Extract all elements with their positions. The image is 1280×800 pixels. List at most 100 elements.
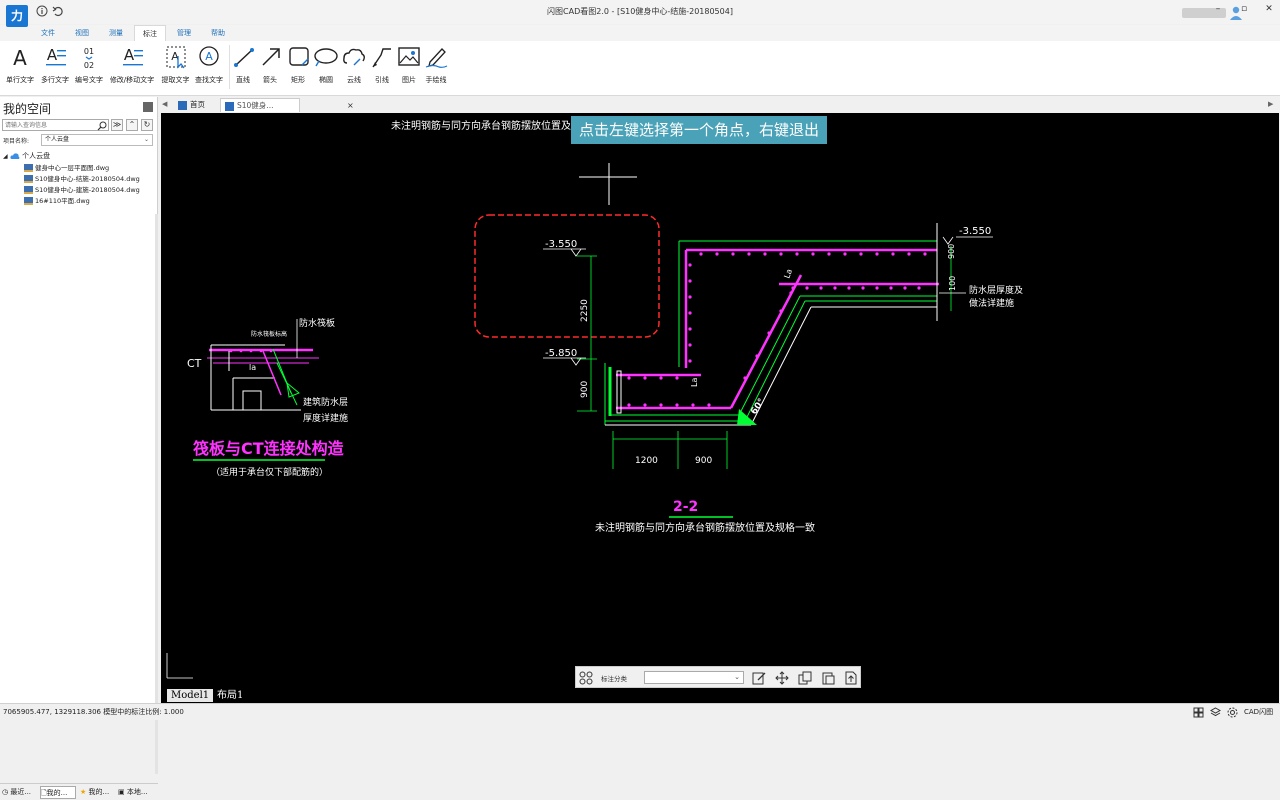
svg-text:01: 01: [84, 47, 94, 56]
multi-line-text-button[interactable]: A 多行文字: [38, 45, 72, 89]
find-text-button[interactable]: A 查找文字: [192, 45, 226, 89]
leader-line-button[interactable]: 引线: [369, 45, 395, 89]
app-logo[interactable]: 力: [6, 5, 28, 27]
file-item[interactable]: S10健身中心-建施-20180504.dwg: [24, 184, 140, 194]
sidebar-bottom-tabs: ◷ 最近... 🗋我的... ★ 我的... ▣ 本地...: [0, 783, 158, 800]
copy-icon[interactable]: [798, 671, 812, 685]
title-bar: 力 闪图CAD看图2.0 - [S10健身中心-结施-20180504] – ▫…: [0, 0, 1280, 27]
paste-icon[interactable]: [821, 671, 835, 685]
tab-help[interactable]: 帮助: [204, 25, 232, 41]
expand-all-icon[interactable]: ≫: [111, 119, 123, 131]
edit-move-text-button[interactable]: A 修改/移动文字: [106, 45, 158, 89]
move-icon[interactable]: [775, 671, 789, 685]
ribbon-label: 修改/移动文字: [109, 76, 155, 84]
single-line-text-icon: A: [13, 46, 27, 69]
ribbon-label: 查找文字: [195, 76, 223, 84]
tab-manage[interactable]: 管理: [170, 25, 198, 41]
settings-icon[interactable]: [1227, 707, 1238, 718]
grid-view-icon[interactable]: [1193, 707, 1204, 718]
section-2-2: -3.550 -5.850 2250 900 1200 900 -3.550 9…: [543, 223, 1023, 534]
file-item[interactable]: S10健身中心-结施-20180504.dwg: [24, 173, 140, 183]
tab-home[interactable]: 首页: [174, 98, 218, 112]
tab-file[interactable]: 文件: [34, 25, 62, 41]
home-tab-icon: [178, 100, 187, 110]
window-title: 闪图CAD看图2.0 - [S10健身中心-结施-20180504]: [547, 7, 733, 16]
tab-model[interactable]: Model1: [167, 689, 214, 702]
arrow-button[interactable]: 箭头: [258, 45, 282, 89]
dwg-file-icon: [24, 186, 33, 194]
restore-button[interactable]: ▫: [1238, 4, 1250, 14]
edit-move-text-icon: A: [123, 46, 143, 66]
layout-tabs: Model1 布局1: [161, 688, 1279, 703]
minimize-button[interactable]: –: [1212, 4, 1224, 14]
collapse-triangle-icon[interactable]: ◢: [3, 153, 8, 160]
project-select[interactable]: 个人云盘 ⌄: [41, 134, 153, 146]
sidebar-scrollbar[interactable]: [155, 214, 158, 774]
ribbon-label: 云线: [347, 76, 361, 84]
cloud-icon: [10, 153, 20, 159]
status-bar: 7065905.477, 1329118.306 模型中的标注比例: 1.000…: [0, 703, 1280, 720]
cloud-line-button[interactable]: 云线: [341, 45, 367, 89]
ribbon-label: 多行文字: [41, 76, 69, 84]
extract-text-button[interactable]: A 提取文字: [159, 45, 192, 89]
tab-annotate[interactable]: 标注: [134, 25, 166, 41]
tab-layout1[interactable]: 布局1: [217, 689, 243, 702]
tab-drawing[interactable]: S10健身... ×: [220, 98, 354, 112]
elevation-label-1: -3.550: [545, 239, 577, 250]
tab-favorites[interactable]: ★ 我的...: [80, 786, 109, 799]
section-bottom-note: 未注明钢筋与同方向承台钢筋摆放位置及规格一致: [595, 521, 815, 534]
tab-scroll-left-icon[interactable]: ◀: [162, 100, 167, 108]
rectangle-button[interactable]: 矩形: [286, 45, 310, 89]
line-icon: [234, 48, 254, 67]
sidebar-search: [2, 119, 109, 131]
rebar-dots: [627, 252, 927, 407]
edit-annotation-icon[interactable]: [752, 671, 766, 685]
file-name: S10健身中心-建施-20180504.dwg: [35, 186, 140, 194]
tab-measure[interactable]: 测量: [102, 25, 130, 41]
ribbon-separator: [229, 45, 230, 89]
tab-local[interactable]: ▣ 本地...: [118, 786, 148, 799]
tab-my-files[interactable]: 🗋我的...: [40, 786, 76, 799]
tab-view[interactable]: 视图: [68, 25, 96, 41]
crosshair-cursor: [579, 163, 637, 205]
tree-root[interactable]: ◢ 个人云盘: [3, 151, 50, 161]
numbered-text-icon: 01 02: [84, 47, 94, 69]
annotation-category-label: 标注分类: [601, 675, 627, 683]
freehand-button[interactable]: 手绘线: [423, 45, 449, 89]
tab-scroll-right-icon[interactable]: ▶: [1268, 100, 1273, 108]
export-icon[interactable]: [844, 671, 858, 685]
ribbon-label: 编号文字: [75, 76, 103, 84]
category-grid-icon[interactable]: [579, 671, 593, 685]
annotation-category-select[interactable]: ⌄: [644, 671, 744, 684]
ribbon-label: 矩形: [291, 76, 305, 84]
collapse-all-icon[interactable]: ⌃: [126, 119, 138, 131]
refresh-icon[interactable]: ↻: [141, 119, 153, 131]
file-item[interactable]: 健身中心一层平面图.dwg: [24, 162, 109, 172]
tree-root-label: 个人云盘: [22, 152, 51, 160]
search-input[interactable]: [5, 120, 93, 130]
numbered-text-button[interactable]: 01 02 编号文字: [72, 45, 106, 89]
layers-icon[interactable]: [1210, 707, 1221, 718]
label-angle: 60°: [749, 397, 767, 417]
sidebar-pin-icon[interactable]: [143, 102, 153, 112]
single-line-text-button[interactable]: A 单行文字: [2, 45, 38, 89]
search-icon[interactable]: [97, 121, 107, 131]
detail-title: 筏板与CT连接处构造: [193, 439, 345, 458]
ucs-axis-icon: [166, 653, 193, 679]
file-item[interactable]: 16#110平面.dwg: [24, 195, 90, 205]
label-thickness: 厚度详建施: [303, 412, 348, 424]
image-button[interactable]: 图片: [396, 45, 422, 89]
line-button[interactable]: 直线: [231, 45, 255, 89]
close-button[interactable]: ✕: [1263, 4, 1275, 14]
label-waterproof-layer: 建筑防水层: [303, 396, 348, 408]
star-icon: ★: [80, 788, 87, 796]
ellipse-button[interactable]: 椭圆: [313, 45, 339, 89]
cad-canvas[interactable]: 未注明钢筋与同方向承台钢筋摆放位置及规格一致 CT 防水筏板 防水筏板标高 la…: [161, 113, 1279, 688]
label-la-bottom: La: [690, 378, 699, 387]
annotation-toolbar: 标注分类 ⌄: [575, 666, 861, 688]
brand-label: CAD闪图: [1244, 708, 1274, 716]
tab-recent[interactable]: ◷ 最近...: [2, 786, 31, 799]
close-tab-icon[interactable]: ×: [347, 99, 354, 113]
ribbon-label: 图片: [402, 76, 416, 84]
ellipse-icon: [314, 48, 338, 67]
